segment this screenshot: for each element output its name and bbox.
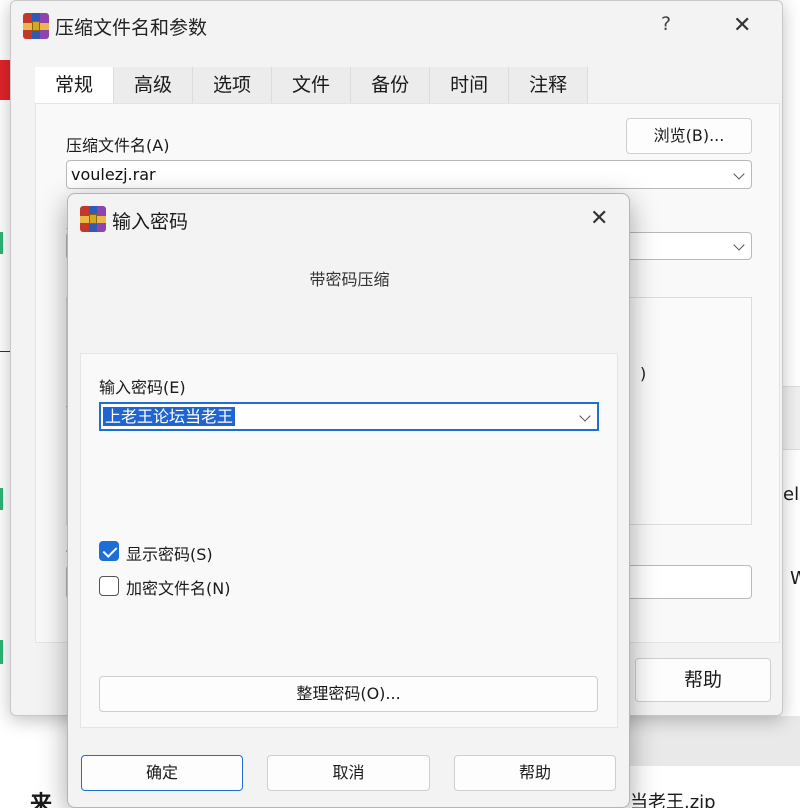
cancel-button[interactable]: 取消 [267,755,430,791]
archive-name-value: voulezj.rar [71,165,156,184]
winrar-icon [23,13,49,39]
background-bar [630,716,800,766]
show-password-label[interactable]: 显示密码(S) [126,541,213,565]
ok-button[interactable]: 确定 [81,755,243,791]
close-icon[interactable]: ✕ [590,206,608,231]
chevron-down-icon [733,167,745,180]
archive-name-label: 压缩文件名(A) [66,136,170,155]
close-icon[interactable]: ✕ [733,13,751,38]
winrar-icon [80,206,106,232]
tab-general[interactable]: 常规 [35,67,115,103]
tab-comment[interactable]: 注释 [509,67,589,103]
background-text-right: el [783,484,800,505]
chevron-down-icon[interactable] [579,409,591,422]
help-icon[interactable]: ? [661,13,671,35]
password-label: 输入密码(E) [99,378,186,397]
password-dialog-title: 输入密码 [112,211,189,233]
background-link-underline [0,330,10,352]
password-dialog-heading: 带密码压缩 [309,270,390,289]
help-button[interactable]: 帮助 [454,755,616,791]
background-text-right: W [790,568,800,589]
password-value: 上老王论坛当老王 [103,407,236,426]
tab-time[interactable]: 时间 [430,67,510,103]
dialog-title: 压缩文件名和参数 [55,17,208,39]
encrypt-filenames-label[interactable]: 加密文件名(N) [126,575,230,599]
tab-files[interactable]: 文件 [272,67,352,103]
encrypt-filenames-checkbox[interactable] [99,576,119,596]
tab-options[interactable]: 选项 [193,67,273,103]
background-red-glyph [0,60,10,100]
browse-button[interactable]: 浏览(B)... [626,118,752,154]
right-paren-text: ) [640,364,647,383]
show-password-checkbox[interactable] [99,541,119,561]
background-green-glyph [0,232,8,254]
background-green-glyph [0,640,8,664]
background-text: 当老王.zip [630,792,716,808]
archive-name-combo[interactable]: voulezj.rar [66,160,752,189]
password-input[interactable]: 上老王论坛当老王 [99,402,599,431]
password-dialog: 输入密码 ✕ 带密码压缩 输入密码(E) 上老王论坛当老王 显示密码(S) 加密… [67,193,630,808]
tab-backup[interactable]: 备份 [351,67,431,103]
help-button[interactable]: 帮助 [635,658,771,702]
tab-bar: 常规 高级 选项 文件 备份 时间 注释 [35,67,589,103]
background-text: 来 [30,792,53,808]
background-green-glyph [0,488,8,510]
chevron-down-icon [733,239,745,251]
tab-advanced[interactable]: 高级 [114,67,194,103]
background-panel-right [783,386,800,450]
organize-passwords-button[interactable]: 整理密码(O)... [99,676,598,712]
